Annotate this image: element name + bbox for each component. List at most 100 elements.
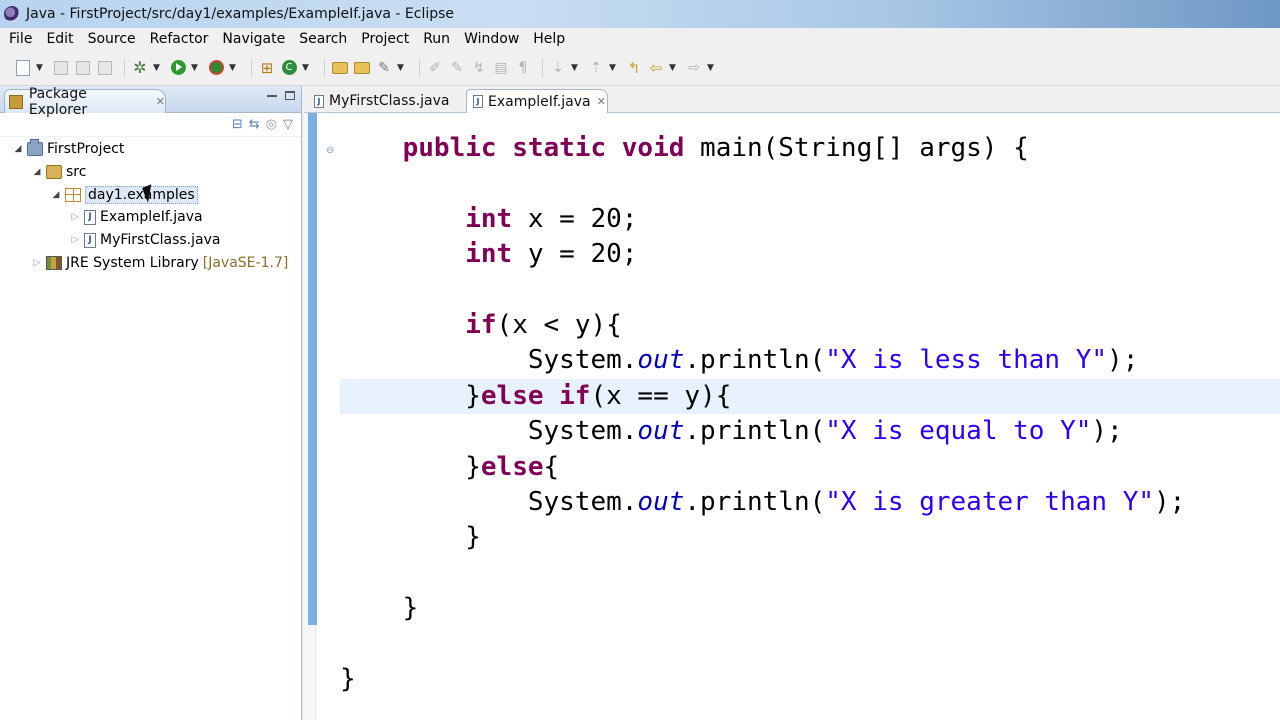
prev-annotation-dropdown-icon[interactable]: ▼ — [609, 63, 617, 73]
tree-item-src[interactable]: ◢ src — [0, 161, 300, 184]
menu-refactor[interactable]: Refactor — [143, 31, 216, 47]
new-class-icon[interactable]: C — [280, 59, 298, 77]
code-line: } — [340, 663, 356, 694]
tree-item-jre-library[interactable]: ▷ JRE System Library [JavaSE-1.7] — [0, 251, 300, 274]
editor-tabbar: J MyFirstClass.java J ExampleIf.java ✕ — [304, 86, 1280, 113]
menu-file[interactable]: File — [2, 31, 39, 47]
tree-item-label: src — [66, 164, 87, 181]
debug-dropdown-icon[interactable]: ▼ — [153, 63, 161, 73]
collapsed-arrow-icon[interactable]: ▷ — [31, 258, 43, 268]
open-type-icon[interactable] — [331, 59, 349, 77]
forward-dropdown-icon[interactable]: ▼ — [707, 63, 715, 73]
main-toolbar: ▼ ✲ ▼ ▼ ▼ ⊞ C ▼ ✎ ▼ ✐ ✎ ↯ ▤ ¶ ⇣ ▼ ⇡ ▼ ↰ … — [0, 50, 1280, 86]
last-edit-location-icon[interactable]: ↰ — [625, 59, 643, 77]
word-wrap-icon[interactable]: ¶ — [514, 59, 532, 77]
new-dropdown-icon[interactable]: ▼ — [36, 63, 44, 73]
maximize-icon[interactable] — [285, 91, 295, 100]
open-task-icon[interactable] — [353, 59, 371, 77]
next-annotation-dropdown-icon[interactable]: ▼ — [571, 63, 579, 73]
view-menu-icon[interactable]: ▽ — [283, 117, 293, 132]
window-title: Java - FirstProject/src/day1/examples/Ex… — [26, 6, 455, 22]
new-package-icon[interactable]: ⊞ — [258, 59, 276, 77]
search-icon[interactable]: ✎ — [375, 59, 393, 77]
menu-window[interactable]: Window — [457, 31, 526, 47]
code-line: public static void main(String[] args) { — [402, 133, 1029, 163]
collapsed-arrow-icon[interactable]: ▷ — [69, 235, 81, 245]
toolbar-separator — [251, 58, 252, 77]
tree-item-package[interactable]: ◢ day1.examples — [0, 183, 300, 206]
new-class-dropdown-icon[interactable]: ▼ — [302, 63, 310, 73]
menu-run[interactable]: Run — [416, 31, 457, 47]
expanded-arrow-icon[interactable]: ◢ — [31, 167, 43, 177]
code-line: System.out.println("X is equal to Y"); — [527, 416, 1123, 447]
print-icon[interactable] — [96, 59, 114, 77]
expanded-arrow-icon[interactable]: ◢ — [50, 190, 62, 200]
close-icon[interactable]: ✕ — [156, 95, 165, 108]
menu-source[interactable]: Source — [81, 31, 143, 47]
code-line: if(x < y){ — [465, 309, 622, 340]
expanded-arrow-icon[interactable]: ◢ — [12, 144, 24, 154]
forward-icon[interactable]: ⇨ — [685, 59, 703, 77]
external-tools-dropdown-icon[interactable]: ▼ — [229, 63, 237, 73]
current-code-line: }else if(x == y){ — [340, 378, 1280, 415]
new-icon[interactable] — [14, 59, 32, 77]
close-icon[interactable]: ✕ — [597, 95, 606, 108]
toggle-mark-icon[interactable]: ✐ — [426, 59, 444, 77]
debug-icon[interactable]: ✲ — [131, 58, 149, 77]
link-with-editor-icon[interactable]: ⇆ — [249, 117, 260, 132]
toolbar-separator — [324, 58, 325, 77]
library-icon — [46, 255, 62, 270]
code-area[interactable]: public static void main(String[] args) {… — [340, 131, 1280, 697]
next-annotation-icon[interactable]: ⇣ — [549, 59, 567, 77]
run-icon[interactable] — [169, 59, 187, 77]
toolbar-separator — [419, 58, 420, 77]
code-line: int x = 20; — [465, 203, 638, 234]
editor-tab-label: MyFirstClass.java — [329, 93, 450, 109]
run-dropdown-icon[interactable]: ▼ — [191, 63, 199, 73]
tab-exampleif[interactable]: J ExampleIf.java ✕ — [466, 89, 608, 113]
fold-collapse-icon[interactable]: ⊖ — [326, 145, 334, 156]
editor-gutter[interactable] — [304, 113, 317, 720]
collapse-all-icon[interactable]: ⊟ — [232, 117, 243, 132]
java-file-icon: J — [314, 94, 324, 108]
java-file-icon: J — [473, 95, 483, 108]
menu-search[interactable]: Search — [292, 31, 354, 47]
toggle-block-icon[interactable]: ✎ — [448, 59, 466, 77]
view-controls — [267, 91, 295, 100]
code-line: }else{ — [465, 451, 560, 482]
project-tree: ◢ FirstProject ◢ src ◢ day1.examples ▷ J… — [0, 138, 300, 274]
focus-task-icon[interactable]: ◎ — [266, 117, 277, 132]
project-folder-icon — [27, 139, 43, 157]
tab-package-explorer[interactable]: Package Explorer ✕ — [4, 86, 166, 118]
search-dropdown-icon[interactable]: ▼ — [397, 63, 405, 73]
tree-item-project[interactable]: ◢ FirstProject — [0, 138, 300, 161]
toolbar-separator — [542, 58, 543, 77]
back-icon[interactable]: ⇦ — [647, 59, 665, 77]
toggle-whitespace-icon[interactable]: ↯ — [470, 59, 488, 77]
menu-project[interactable]: Project — [354, 31, 416, 47]
collapsed-arrow-icon[interactable]: ▷ — [69, 212, 81, 222]
code-line: } — [465, 522, 481, 553]
java-file-icon: J — [84, 209, 96, 225]
minimize-icon[interactable] — [267, 95, 277, 97]
menu-edit[interactable]: Edit — [39, 31, 80, 47]
show-selected-icon[interactable]: ▤ — [492, 59, 510, 77]
prev-annotation-icon[interactable]: ⇡ — [587, 59, 605, 77]
editor-tab-label: ExampleIf.java — [488, 93, 591, 110]
menu-help[interactable]: Help — [526, 31, 572, 47]
menu-navigate[interactable]: Navigate — [215, 31, 292, 47]
tree-item-label: FirstProject — [47, 141, 125, 158]
library-version-decorator: [JavaSE-1.7] — [202, 254, 289, 271]
tree-item-exampleif[interactable]: ▷ J ExampleIf.java — [0, 206, 300, 229]
package-explorer-tab-label: Package Explorer — [28, 85, 88, 118]
back-dropdown-icon[interactable]: ▼ — [669, 63, 677, 73]
save-icon[interactable] — [52, 59, 70, 77]
java-file-icon: J — [84, 232, 96, 248]
save-all-icon[interactable] — [74, 59, 92, 77]
tree-item-myfirstclass[interactable]: ▷ J MyFirstClass.java — [0, 229, 300, 252]
external-tools-icon[interactable] — [207, 59, 225, 77]
tab-myfirstclass[interactable]: J MyFirstClass.java — [308, 89, 458, 113]
